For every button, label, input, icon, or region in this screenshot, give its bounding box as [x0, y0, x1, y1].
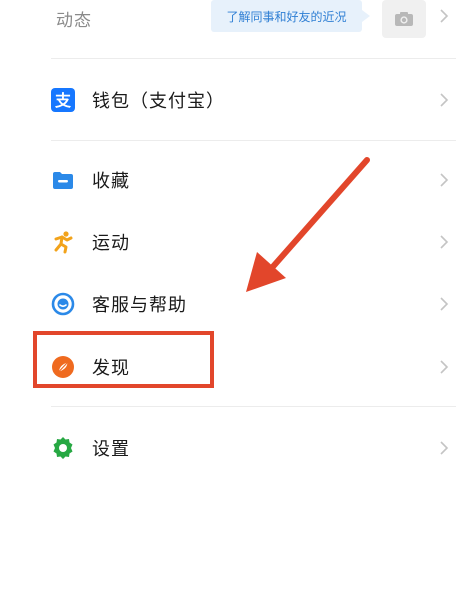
- menu-item-settings[interactable]: 设置: [0, 426, 456, 470]
- chevron-right-icon: [440, 235, 449, 249]
- chevron-right-icon: [440, 297, 449, 311]
- highlight-box: [33, 331, 214, 388]
- menu-item-label: 钱包（支付宝）: [92, 91, 225, 112]
- headset-icon: [51, 292, 75, 316]
- menu-item-label: 收藏: [92, 171, 130, 192]
- chevron-right-icon: [440, 360, 449, 374]
- moments-hint-bubble: 了解同事和好友的近况: [211, 0, 370, 32]
- svg-text:支: 支: [54, 91, 72, 110]
- camera-button[interactable]: [382, 0, 426, 38]
- me-page: 动态 了解同事和好友的近况 支 钱包（支付宝） 收藏 运动 客服与帮助 发现 设…: [0, 0, 456, 594]
- moments-label: 动态: [56, 11, 92, 31]
- menu-item-sports[interactable]: 运动: [0, 220, 456, 264]
- menu-item-label: 运动: [92, 233, 130, 254]
- menu-item-favorites[interactable]: 收藏: [0, 158, 456, 202]
- divider: [51, 58, 456, 59]
- moments-hint-text: 了解同事和好友的近况: [226, 9, 347, 24]
- alipay-icon: 支: [51, 88, 75, 112]
- chevron-right-icon: [440, 173, 449, 187]
- gear-icon: [51, 436, 75, 460]
- running-icon: [51, 230, 75, 254]
- menu-item-label: 设置: [92, 439, 130, 460]
- folder-icon: [51, 168, 75, 192]
- chevron-right-icon: [440, 9, 449, 23]
- divider: [51, 406, 456, 407]
- menu-item-customer-service[interactable]: 客服与帮助: [0, 282, 456, 326]
- menu-item-wallet[interactable]: 支 钱包（支付宝）: [0, 78, 456, 122]
- camera-icon: [395, 12, 413, 26]
- chevron-right-icon: [440, 93, 449, 107]
- menu-item-label: 客服与帮助: [92, 295, 187, 316]
- divider: [51, 140, 456, 141]
- chevron-right-icon: [440, 441, 449, 455]
